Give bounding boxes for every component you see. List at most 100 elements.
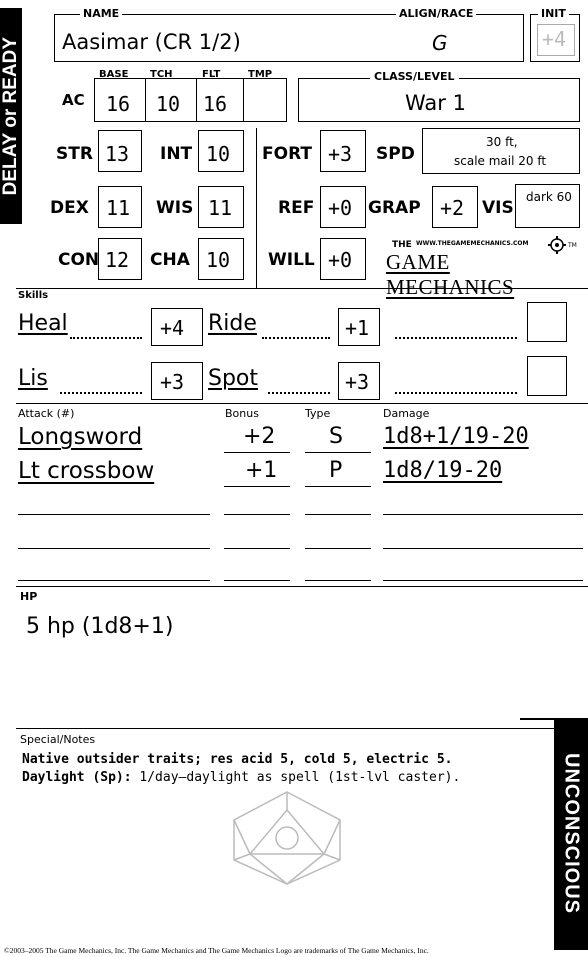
cha-value: 10 — [206, 248, 231, 272]
con-label: CON — [58, 250, 100, 270]
align-race-value[interactable]: G — [432, 31, 448, 55]
attack-type[interactable]: P — [329, 458, 342, 483]
skill-name[interactable]: Heal — [18, 311, 68, 336]
name-label: NAME — [80, 7, 123, 20]
attack-damage[interactable]: 1d8+1/19-20 — [383, 424, 529, 449]
unconscious-label: UNCONSCIOUS — [560, 753, 583, 915]
skill-extra-box[interactable] — [527, 356, 567, 396]
str-value: 13 — [105, 142, 130, 166]
logo-the: THE — [392, 240, 412, 250]
attack-rule — [305, 452, 371, 453]
attack-empty-rule[interactable] — [383, 548, 583, 549]
hp-label: HP — [20, 590, 38, 603]
bonus-header: Bonus — [225, 407, 259, 420]
skill-name[interactable]: Spot — [208, 366, 258, 391]
damage-header: Damage — [383, 407, 430, 420]
skill-bonus: +4 — [160, 316, 185, 340]
ac-base-value: 16 — [106, 92, 131, 116]
notes-line2-bold: Daylight (Sp): — [22, 770, 132, 785]
speed-line1: 30 ft, — [486, 135, 518, 149]
notes-label: Special/Notes — [20, 733, 96, 746]
notes-top-rule — [520, 718, 554, 720]
will-value: +0 — [328, 248, 353, 272]
dex-label: DEX — [50, 198, 89, 218]
con-value: 12 — [105, 248, 130, 272]
skill-bonus: +3 — [345, 370, 370, 394]
gear-icon — [548, 236, 566, 258]
attack-bonus[interactable]: +1 — [245, 458, 277, 483]
skill-leader — [70, 337, 142, 339]
skill-bonus: +3 — [160, 370, 185, 394]
class-level-value: War 1 — [405, 91, 466, 115]
notes-rule — [16, 728, 554, 729]
class-level-label: CLASS/LEVEL — [370, 70, 459, 83]
will-label: WILL — [268, 250, 315, 270]
skills-label: Skills — [18, 290, 49, 301]
attack-empty-rule[interactable] — [305, 548, 371, 549]
ac-flt-value: 16 — [203, 92, 228, 116]
grapple-value: +2 — [440, 196, 465, 220]
str-label: STR — [56, 144, 93, 164]
int-value: 10 — [206, 142, 231, 166]
unconscious-bar: UNCONSCIOUS — [554, 718, 588, 950]
ref-value: +0 — [328, 196, 353, 220]
attack-empty-rule[interactable] — [305, 514, 371, 515]
attack-name[interactable]: Lt crossbow — [18, 458, 154, 484]
speed-label: SPD — [376, 144, 415, 164]
skill-leader — [395, 392, 517, 394]
grapple-label: GRAP — [368, 198, 421, 218]
skill-leader — [60, 392, 142, 394]
attack-bonus[interactable]: +2 — [243, 424, 275, 449]
skill-name[interactable]: Ride — [208, 311, 257, 336]
game-mechanics-logo: THE WWW.THEGAMEMECHANICS.COM GAME MECHAN… — [380, 236, 580, 299]
init-label: INIT — [538, 7, 569, 20]
cha-label: CHA — [150, 250, 190, 270]
skill-bonus: +1 — [345, 316, 370, 340]
attack-empty-rule[interactable] — [18, 548, 210, 549]
ac-label: AC — [62, 91, 85, 109]
attack-empty-rule[interactable] — [18, 580, 210, 581]
skill-extra-box[interactable] — [527, 302, 567, 342]
delay-ready-label: DELAY or READY — [0, 36, 21, 196]
d20-watermark-icon — [228, 790, 346, 890]
attack-empty-rule[interactable] — [224, 514, 290, 515]
attack-empty-rule[interactable] — [224, 580, 290, 581]
attack-header: Attack (#) — [18, 407, 75, 420]
attack-rule — [224, 452, 290, 453]
skill-leader — [268, 392, 330, 394]
notes-line1[interactable]: Native outsider traits; res acid 5, cold… — [22, 752, 452, 767]
attack-empty-rule[interactable] — [383, 580, 583, 581]
dex-value: 11 — [106, 196, 131, 220]
name-value[interactable]: Aasimar (CR 1/2) — [62, 30, 241, 54]
notes-line2[interactable]: Daylight (Sp): 1/day—daylight as spell (… — [22, 770, 460, 785]
int-label: INT — [160, 144, 193, 164]
skill-leader — [395, 337, 517, 339]
speed-line2: scale mail 20 ft — [454, 154, 547, 168]
attack-damage[interactable]: 1d8/19-20 — [383, 458, 502, 483]
skill-name[interactable]: Lis — [18, 366, 48, 391]
logo-tm: TM — [568, 242, 577, 249]
skill-leader — [262, 337, 330, 339]
logo-url: WWW.THEGAMEMECHANICS.COM — [416, 240, 529, 247]
notes-line2-rest: 1/day—daylight as spell (1st-lvl caster)… — [131, 770, 461, 785]
copyright-footer: ©2003–2005 The Game Mechanics, Inc. The … — [4, 946, 429, 955]
fort-value: +3 — [328, 142, 353, 166]
type-header: Type — [305, 407, 331, 420]
attack-empty-rule[interactable] — [224, 548, 290, 549]
ac-tmp-box[interactable] — [243, 78, 287, 122]
attack-type[interactable]: S — [329, 424, 343, 449]
init-value: +4 — [542, 27, 567, 51]
vision-label: VIS — [482, 198, 514, 218]
attack-rule — [224, 486, 290, 487]
attack-empty-rule[interactable] — [383, 514, 583, 515]
attack-empty-rule[interactable] — [305, 580, 371, 581]
vision-value: dark 60 — [526, 190, 572, 204]
align-race-label: ALIGN/RACE — [396, 7, 477, 20]
attack-name[interactable]: Longsword — [18, 424, 142, 450]
wis-label: WIS — [156, 198, 194, 218]
abilities-saves-divider — [256, 128, 257, 288]
attack-empty-rule[interactable] — [18, 514, 210, 515]
wis-value: 11 — [208, 196, 233, 220]
skills-top-rule — [16, 288, 588, 289]
hp-value[interactable]: 5 hp (1d8+1) — [26, 614, 173, 639]
